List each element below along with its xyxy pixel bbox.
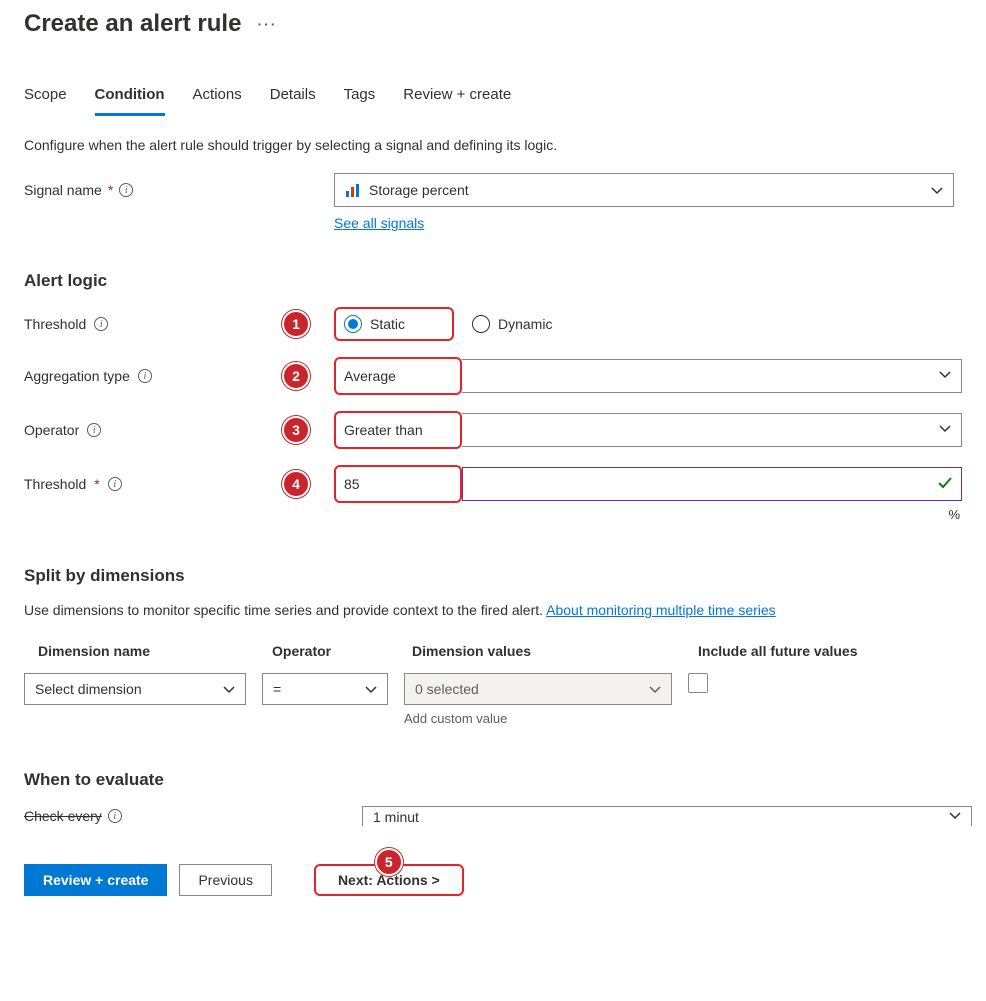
- radio-dynamic[interactable]: [472, 315, 490, 333]
- tab-tags[interactable]: Tags: [344, 80, 376, 116]
- info-icon[interactable]: i: [108, 477, 122, 491]
- include-future-checkbox[interactable]: [688, 673, 708, 693]
- tab-description: Configure when the alert rule should tri…: [24, 137, 962, 153]
- callout-1: 1: [282, 310, 310, 338]
- about-monitoring-link[interactable]: About monitoring multiple time series: [546, 602, 776, 618]
- info-icon[interactable]: i: [87, 423, 101, 437]
- threshold-dynamic-label: Dynamic: [498, 316, 552, 332]
- aggregation-type-select-ext[interactable]: [462, 359, 962, 393]
- add-custom-value-link[interactable]: Add custom value: [404, 711, 962, 726]
- col-dimension-values: Dimension values: [412, 643, 698, 659]
- col-dimension-name: Dimension name: [38, 643, 272, 659]
- chevron-down-icon: [649, 683, 661, 695]
- info-icon[interactable]: i: [138, 369, 152, 383]
- threshold-unit: %: [24, 507, 974, 522]
- operator-label: Operator: [24, 422, 79, 438]
- chevron-down-icon: [931, 184, 943, 196]
- tab-scope[interactable]: Scope: [24, 80, 67, 116]
- split-desc-text: Use dimensions to monitor specific time …: [24, 602, 546, 618]
- dimension-name-placeholder: Select dimension: [35, 681, 142, 697]
- chevron-down-icon: [939, 368, 951, 384]
- when-to-evaluate-heading: When to evaluate: [24, 770, 962, 790]
- more-icon[interactable]: ···: [257, 16, 277, 32]
- threshold-static-label: Static: [370, 316, 405, 332]
- operator-select-ext[interactable]: [462, 413, 962, 447]
- aggregation-type-select[interactable]: Average: [334, 357, 462, 395]
- chevron-down-icon: [939, 422, 951, 438]
- dimension-row: Select dimension = 0 selected: [24, 673, 962, 705]
- check-every-value: 1 minut: [373, 809, 419, 825]
- chevron-down-icon: [223, 683, 235, 695]
- col-include-future: Include all future values: [698, 643, 858, 659]
- threshold-static-option[interactable]: Static: [334, 307, 454, 341]
- info-icon[interactable]: i: [108, 809, 122, 823]
- callout-5: 5: [375, 848, 403, 876]
- wizard-footer: Review + create Previous 5 Next: Actions…: [24, 850, 962, 896]
- threshold-value-label: Threshold: [24, 476, 86, 492]
- operator-select[interactable]: Greater than: [334, 411, 462, 449]
- threshold-value-input[interactable]: 85: [334, 465, 462, 503]
- chevron-down-icon: [949, 809, 961, 825]
- callout-4: 4: [282, 470, 310, 498]
- info-icon[interactable]: i: [94, 317, 108, 331]
- tab-review-create[interactable]: Review + create: [403, 80, 511, 116]
- page-title-text: Create an alert rule: [24, 10, 241, 38]
- radio-static[interactable]: [344, 315, 362, 333]
- see-all-signals-link[interactable]: See all signals: [334, 215, 424, 231]
- previous-button[interactable]: Previous: [179, 864, 271, 896]
- tab-details[interactable]: Details: [270, 80, 316, 116]
- col-operator: Operator: [272, 643, 412, 659]
- next-actions-button[interactable]: 5 Next: Actions >: [314, 864, 464, 896]
- required-marker: *: [108, 182, 113, 198]
- threshold-dynamic-option[interactable]: Dynamic: [472, 315, 552, 333]
- threshold-type-label: Threshold: [24, 316, 86, 332]
- tab-actions[interactable]: Actions: [193, 80, 242, 116]
- threshold-value: 85: [344, 476, 360, 492]
- dimension-values-placeholder: 0 selected: [415, 681, 479, 697]
- signal-name-label: Signal name: [24, 182, 102, 198]
- signal-name-value: Storage percent: [369, 182, 469, 198]
- aggregation-type-label: Aggregation type: [24, 368, 130, 384]
- callout-3: 3: [282, 416, 310, 444]
- operator-value: Greater than: [344, 422, 423, 438]
- signal-name-select[interactable]: Storage percent: [334, 173, 954, 207]
- required-marker: *: [94, 476, 99, 492]
- dimension-values-select[interactable]: 0 selected: [404, 673, 672, 705]
- dimension-operator-value: =: [273, 681, 281, 697]
- dimension-table-header: Dimension name Operator Dimension values…: [24, 643, 962, 673]
- dimension-name-select[interactable]: Select dimension: [24, 673, 246, 705]
- check-icon: [937, 475, 953, 494]
- split-dimensions-desc: Use dimensions to monitor specific time …: [24, 600, 962, 621]
- callout-2: 2: [282, 362, 310, 390]
- aggregation-type-value: Average: [344, 368, 396, 384]
- split-dimensions-heading: Split by dimensions: [24, 566, 962, 586]
- info-icon[interactable]: i: [119, 183, 133, 197]
- metric-icon: [345, 182, 361, 198]
- tab-bar: Scope Condition Actions Details Tags Rev…: [24, 80, 962, 117]
- check-every-label: Check every: [24, 808, 102, 824]
- chevron-down-icon: [365, 683, 377, 695]
- tab-condition[interactable]: Condition: [95, 80, 165, 116]
- dimension-operator-select[interactable]: =: [262, 673, 388, 705]
- page-title: Create an alert rule ···: [24, 10, 962, 38]
- threshold-value-input-ext[interactable]: [462, 467, 962, 501]
- alert-logic-heading: Alert logic: [24, 271, 962, 291]
- review-create-button[interactable]: Review + create: [24, 864, 167, 896]
- check-every-select[interactable]: 1 minut: [362, 806, 972, 826]
